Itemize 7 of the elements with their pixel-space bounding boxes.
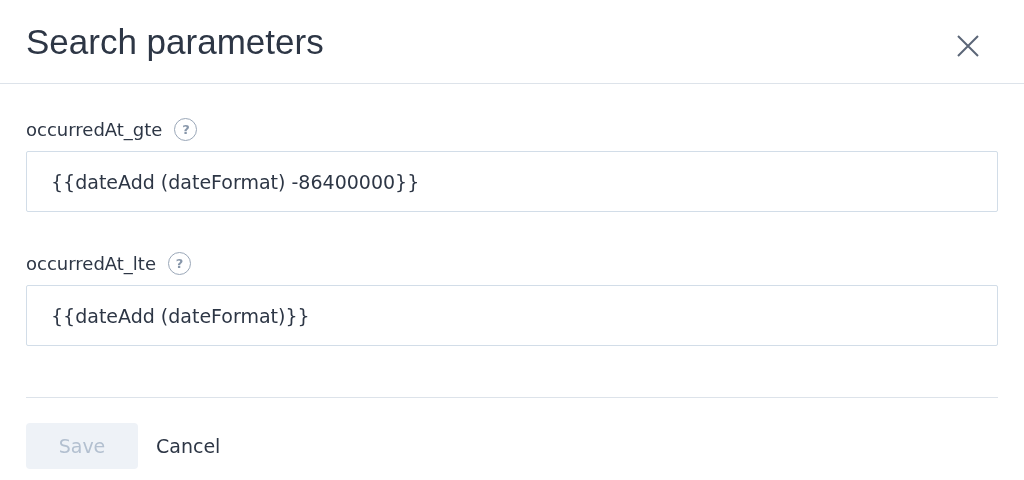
input-field[interactable]: {{dateAdd (dateFormat) -86400000}} (26, 151, 998, 212)
close-icon[interactable] (957, 34, 979, 57)
field-label: occurredAt_gte (26, 118, 163, 143)
dialog-title: Search parameters (26, 24, 324, 59)
field-label: occurredAt_lte (26, 252, 156, 277)
input-field[interactable]: {{dateAdd (dateFormat)}} (26, 285, 998, 346)
cancel-button[interactable]: Cancel (156, 431, 221, 461)
